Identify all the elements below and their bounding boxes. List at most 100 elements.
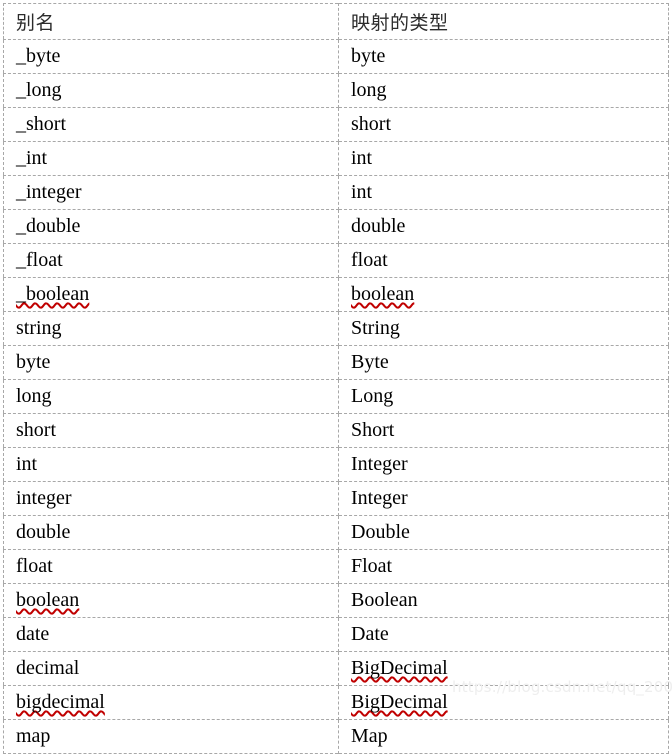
column-header-alias-label: 别名 (16, 11, 56, 34)
cell-alias: date (3, 617, 339, 652)
cell-alias-text: _short (16, 113, 66, 135)
table-row: integer Integer (3, 481, 669, 516)
column-header-mapped-type-label: 映射的类型 (351, 11, 449, 34)
cell-mapped-type-text: int (351, 147, 373, 169)
cell-alias-text: date (16, 623, 50, 645)
table-body: _byte byte _long long _short short _int int _int… (3, 39, 669, 754)
cell-mapped-type-text: Byte (351, 351, 389, 373)
cell-mapped-type: Long (338, 379, 669, 414)
cell-mapped-type-text: Boolean (351, 589, 418, 611)
cell-alias-text: byte (16, 351, 51, 373)
cell-alias-text: _int (16, 147, 48, 169)
cell-alias: _int (3, 141, 339, 176)
table-row: long Long (3, 379, 669, 414)
cell-alias-text: double (16, 521, 71, 543)
table-row: _float float (3, 243, 669, 278)
cell-mapped-type: Date (338, 617, 669, 652)
cell-mapped-type: Boolean (338, 583, 669, 618)
table-row: _short short (3, 107, 669, 142)
cell-mapped-type-text: BigDecimal (351, 657, 448, 679)
alias-type-table-container: 别名 映射的类型 _byte byte _long long _short short _i… (3, 3, 669, 754)
cell-mapped-type-text: short (351, 113, 391, 135)
cell-alias-text: boolean (16, 589, 80, 611)
cell-mapped-type-text: byte (351, 45, 386, 67)
table-row: boolean Boolean (3, 583, 669, 618)
cell-mapped-type-text: Integer (351, 487, 408, 509)
table-row: date Date (3, 617, 669, 652)
table-row: bigdecimal BigDecimal (3, 685, 669, 720)
table-row: float Float (3, 549, 669, 584)
cell-alias-text: _double (16, 215, 81, 237)
cell-alias-text: _long (16, 79, 62, 101)
cell-mapped-type: Integer (338, 447, 669, 482)
cell-mapped-type: byte (338, 39, 669, 74)
cell-alias-text: string (16, 317, 62, 339)
cell-mapped-type: short (338, 107, 669, 142)
cell-alias: byte (3, 345, 339, 380)
cell-mapped-type-text: Long (351, 385, 394, 407)
column-header-mapped-type: 映射的类型 (338, 3, 669, 40)
cell-alias-text: map (16, 725, 51, 747)
cell-alias: _short (3, 107, 339, 142)
cell-alias-text: float (16, 555, 53, 577)
table-row: _int int (3, 141, 669, 176)
cell-mapped-type-text: Map (351, 725, 388, 747)
cell-mapped-type-text: Integer (351, 453, 408, 475)
cell-mapped-type: long (338, 73, 669, 108)
cell-alias-text: _integer (16, 181, 82, 203)
table-row: int Integer (3, 447, 669, 482)
table-row: _boolean boolean (3, 277, 669, 312)
cell-mapped-type: int (338, 141, 669, 176)
cell-mapped-type-text: String (351, 317, 400, 339)
cell-mapped-type-text: long (351, 79, 387, 101)
cell-mapped-type: Integer (338, 481, 669, 516)
cell-alias: string (3, 311, 339, 346)
cell-mapped-type-text: Float (351, 555, 393, 577)
table-row: _byte byte (3, 39, 669, 74)
cell-alias: _float (3, 243, 339, 278)
cell-alias-text: _byte (16, 45, 61, 67)
table-row: _integer int (3, 175, 669, 210)
cell-alias: bigdecimal (3, 685, 339, 720)
cell-alias-text: short (16, 419, 56, 441)
cell-mapped-type: boolean (338, 277, 669, 312)
cell-mapped-type: String (338, 311, 669, 346)
cell-alias: short (3, 413, 339, 448)
table-row: byte Byte (3, 345, 669, 380)
cell-mapped-type: int (338, 175, 669, 210)
cell-alias: _long (3, 73, 339, 108)
cell-mapped-type-text: boolean (351, 283, 415, 305)
cell-alias-text: decimal (16, 657, 80, 679)
table-row: short Short (3, 413, 669, 448)
cell-alias-text: _boolean (16, 283, 90, 305)
table-header-row: 别名 映射的类型 (3, 3, 669, 40)
cell-alias-text: long (16, 385, 52, 407)
table-header: 别名 映射的类型 (3, 3, 669, 40)
cell-alias: long (3, 379, 339, 414)
column-header-alias: 别名 (3, 3, 339, 40)
cell-alias: float (3, 549, 339, 584)
alias-type-table: 别名 映射的类型 _byte byte _long long _short short _i… (3, 3, 669, 754)
cell-mapped-type-text: int (351, 181, 373, 203)
cell-mapped-type-text: Date (351, 623, 389, 645)
cell-alias: int (3, 447, 339, 482)
table-row: decimal BigDecimal (3, 651, 669, 686)
table-row: map Map (3, 719, 669, 754)
cell-mapped-type: BigDecimal (338, 685, 669, 720)
cell-mapped-type: float (338, 243, 669, 278)
cell-alias: _integer (3, 175, 339, 210)
cell-mapped-type: double (338, 209, 669, 244)
cell-alias: decimal (3, 651, 339, 686)
cell-mapped-type: Map (339, 720, 669, 754)
cell-mapped-type: Float (338, 549, 669, 584)
cell-alias: double (3, 515, 339, 550)
cell-mapped-type-text: Short (351, 419, 395, 441)
cell-mapped-type: Double (338, 515, 669, 550)
table-row: _long long (3, 73, 669, 108)
cell-alias: map (3, 719, 339, 754)
cell-alias-text: integer (16, 487, 72, 509)
cell-alias: _boolean (3, 277, 339, 312)
cell-mapped-type: BigDecimal (338, 651, 669, 686)
cell-mapped-type-text: double (351, 215, 406, 237)
cell-mapped-type-text: Double (351, 521, 410, 543)
